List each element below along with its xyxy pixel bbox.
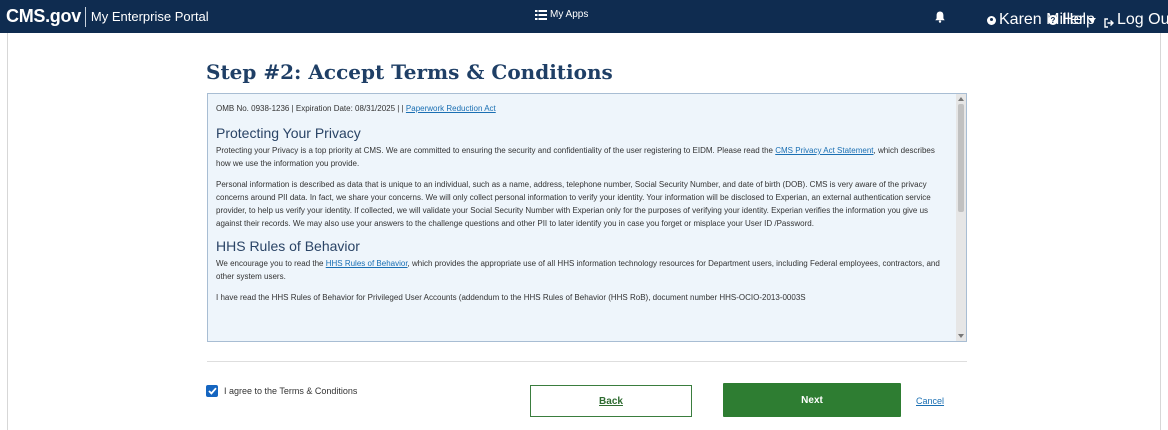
content-frame-left-border xyxy=(7,33,8,430)
rules-text-before-link: We encourage you to read the xyxy=(216,259,324,268)
my-apps-link[interactable]: My Apps xyxy=(535,9,588,20)
rules-text-after-link: , which provides the appropriate use of … xyxy=(216,259,940,281)
portal-name[interactable]: My Enterprise Portal xyxy=(91,9,209,24)
back-button[interactable]: Back xyxy=(530,385,692,417)
list-icon xyxy=(535,9,547,20)
agree-label: I agree to the Terms & Conditions xyxy=(224,386,358,396)
brand[interactable]: CMS.gov My Enterprise Portal xyxy=(6,6,209,27)
scroll-thumb[interactable] xyxy=(958,104,964,212)
paperwork-reduction-act-link[interactable]: Paperwork Reduction Act xyxy=(406,104,496,113)
logout-label: Log Out xyxy=(1117,11,1168,28)
privacy-paragraph-1: Protecting your Privacy is a top priorit… xyxy=(216,144,948,170)
help-label: Help xyxy=(1062,11,1095,28)
privacy-paragraph-2: Personal information is described as dat… xyxy=(216,180,931,228)
terms-content: OMB No. 0938-1236 | Expiration Date: 08/… xyxy=(216,102,948,312)
next-button[interactable]: Next xyxy=(723,383,901,417)
section-divider xyxy=(207,361,967,362)
rules-paragraph-1: We encourage you to read the HHS Rules o… xyxy=(216,257,948,283)
scroll-down-arrow-icon[interactable] xyxy=(958,334,964,338)
bell-icon[interactable] xyxy=(935,10,945,23)
logout-icon xyxy=(1104,15,1114,28)
cms-privacy-act-statement-link[interactable]: CMS Privacy Act Statement xyxy=(775,146,873,155)
checkbox-checked[interactable] xyxy=(206,385,218,397)
agree-terms-checkbox[interactable]: I agree to the Terms & Conditions xyxy=(206,385,357,397)
terms-scrollbar[interactable] xyxy=(956,94,966,341)
brand-divider xyxy=(84,6,86,27)
omb-line: OMB No. 0938-1236 | Expiration Date: 08/… xyxy=(216,102,948,115)
terms-scroll-box[interactable]: OMB No. 0938-1236 | Expiration Date: 08/… xyxy=(207,93,967,342)
privacy-heading: Protecting Your Privacy xyxy=(216,125,361,141)
cms-logo[interactable]: CMS.gov xyxy=(6,6,81,27)
check-icon xyxy=(207,387,217,395)
help-link[interactable]: ? Help xyxy=(1048,11,1095,29)
my-apps-label: My Apps xyxy=(550,9,589,20)
page-title: Step #2: Accept Terms & Conditions xyxy=(206,60,613,84)
top-navigation-bar: CMS.gov My Enterprise Portal My Apps Kar… xyxy=(0,0,1168,33)
user-icon xyxy=(987,15,996,25)
hhs-rules-of-behavior-link[interactable]: HHS Rules of Behavior xyxy=(326,259,408,268)
rules-paragraph-2: I have read the HHS Rules of Behavior fo… xyxy=(216,293,806,302)
privacy-text-before-link: Protecting your Privacy is a top priorit… xyxy=(216,146,773,155)
content-frame-right-border xyxy=(1160,33,1161,430)
cancel-link[interactable]: Cancel xyxy=(916,396,944,406)
scroll-up-arrow-icon[interactable] xyxy=(958,97,964,101)
omb-text: OMB No. 0938-1236 | Expiration Date: 08/… xyxy=(216,104,404,113)
help-icon: ? xyxy=(1048,15,1058,25)
rules-of-behavior-heading: HHS Rules of Behavior xyxy=(216,238,360,254)
logout-link[interactable]: Log Out xyxy=(1104,11,1168,29)
